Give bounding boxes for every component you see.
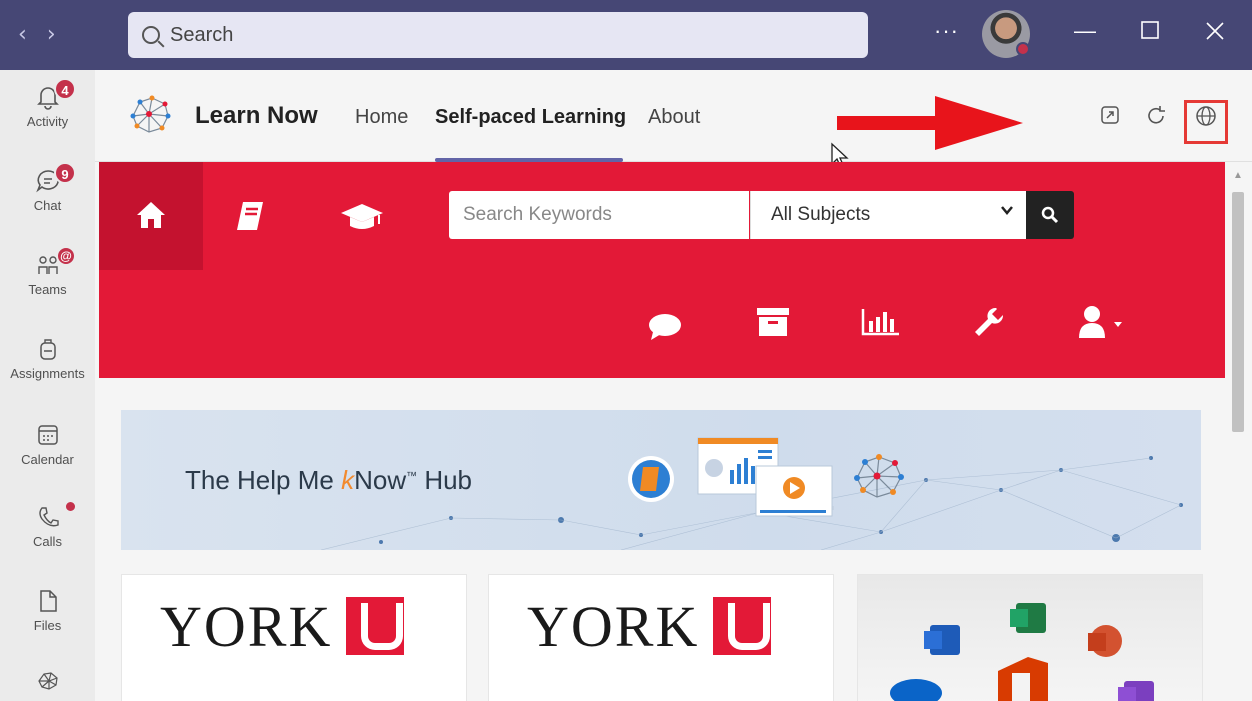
book-badge-icon [628,456,674,502]
office-apps-illustration [890,603,1154,701]
app-rail: Activity 4 Chat 9 Teams @ Assignments Ca… [0,70,95,701]
history-nav: ‹ › [18,22,56,47]
home-tile[interactable] [99,162,203,270]
maximize-icon[interactable] [1140,20,1160,46]
search-icon [142,26,160,44]
york-u-mark-icon [713,597,772,655]
scroll-up-icon[interactable]: ▲ [1233,170,1243,181]
rail-label: Files [33,618,62,633]
subject-select[interactable]: All Subjects [750,191,1026,239]
app-header: Learn Now Home Self-paced Learning About [95,70,1252,169]
rail-label: Activity [26,114,69,129]
rail-item-teams[interactable]: Teams @ [0,246,95,297]
banner-title-hub: Hub [417,465,473,495]
rail-label: Calls [33,534,62,549]
rail-label: Assignments [10,366,85,381]
forward-arrow-icon[interactable]: › [47,22,56,47]
york-u-mark-icon [346,597,405,655]
phone-icon [35,504,61,530]
home-icon [137,202,165,228]
office-apps-card[interactable] [857,574,1203,701]
comment-icon[interactable] [647,312,683,342]
scroll-thumb[interactable] [1232,192,1244,432]
popout-icon[interactable] [1097,104,1123,130]
banner-title-prefix: The Help Me [185,465,342,495]
portal-nav-bar: Search Keywords All Subjects [99,162,1225,378]
banner-title-k: k [341,465,355,495]
archive-icon[interactable] [756,306,790,338]
calls-notification-dot [66,502,75,511]
banner-title-now: Now [354,465,407,495]
book-icon[interactable] [235,200,265,232]
close-icon[interactable] [1204,20,1226,48]
rail-item-files[interactable]: Files [0,588,95,633]
presence-busy-icon [1016,42,1030,56]
york-logo-text: YORK [527,594,700,659]
rail-item-calls[interactable]: Calls [0,502,95,549]
york-logo-text: YORK [160,594,333,659]
rail-item-chat[interactable]: Chat 9 [0,162,95,213]
york-course-card[interactable]: YORK [121,574,467,701]
tab-about[interactable]: About [648,106,700,129]
tab-home[interactable]: Home [355,106,408,129]
chat-badge: 9 [54,162,76,184]
york-course-card[interactable]: YORK [488,574,834,701]
wrench-icon[interactable] [972,305,1006,339]
trademark: ™ [406,470,418,483]
subject-select-value: All Subjects [771,204,871,225]
rail-item-learn-now[interactable] [0,668,95,698]
vertical-scrollbar[interactable]: ▲ [1225,162,1252,701]
brain-network-icon [35,668,61,694]
tab-self-paced-learning[interactable]: Self-paced Learning [435,106,626,129]
keyword-search-placeholder: Search Keywords [463,204,612,225]
brain-network-icon [854,454,904,498]
minimize-icon[interactable]: — [1074,18,1096,44]
file-icon [35,588,61,614]
calendar-icon [35,422,61,448]
rail-label: Teams [28,282,67,297]
bar-chart-icon[interactable] [861,307,901,337]
graduation-cap-icon[interactable] [339,202,385,232]
backpack-icon [35,336,61,362]
rail-item-calendar[interactable]: Calendar [0,422,95,467]
search-submit-button[interactable] [1026,191,1074,239]
app-title: Learn Now [195,102,318,129]
rail-label: Calendar [21,452,74,467]
rail-item-assignments[interactable]: Assignments [0,336,95,381]
york-u-logo: YORK [160,593,405,660]
title-bar: ‹ › Search ··· — [0,0,1252,70]
annotation-arrow-icon [837,96,1023,150]
york-u-logo: YORK [527,593,772,660]
banner-title: The Help Me kNow™ Hub [185,465,472,496]
keyword-search-input[interactable]: Search Keywords [449,191,749,239]
chevron-down-icon [1000,203,1014,222]
user-menu-icon[interactable] [1077,304,1127,340]
back-arrow-icon[interactable]: ‹ [18,22,27,47]
rail-label: Chat [33,198,62,213]
activity-badge: 4 [54,78,76,100]
help-me-know-hub-banner[interactable]: The Help Me kNow™ Hub [121,410,1201,550]
refresh-icon[interactable] [1143,104,1169,130]
media-player-icon [697,437,834,517]
learn-now-logo [130,95,171,133]
more-options-button[interactable]: ··· [934,18,959,44]
search-icon [1041,206,1059,224]
app-content: Search Keywords All Subjects The Help Me… [95,162,1225,701]
rail-item-activity[interactable]: Activity 4 [0,78,95,129]
globe-icon[interactable] [1193,104,1219,130]
search-box[interactable]: Search [128,12,868,58]
mention-badge: @ [56,246,76,266]
search-placeholder: Search [170,23,234,46]
